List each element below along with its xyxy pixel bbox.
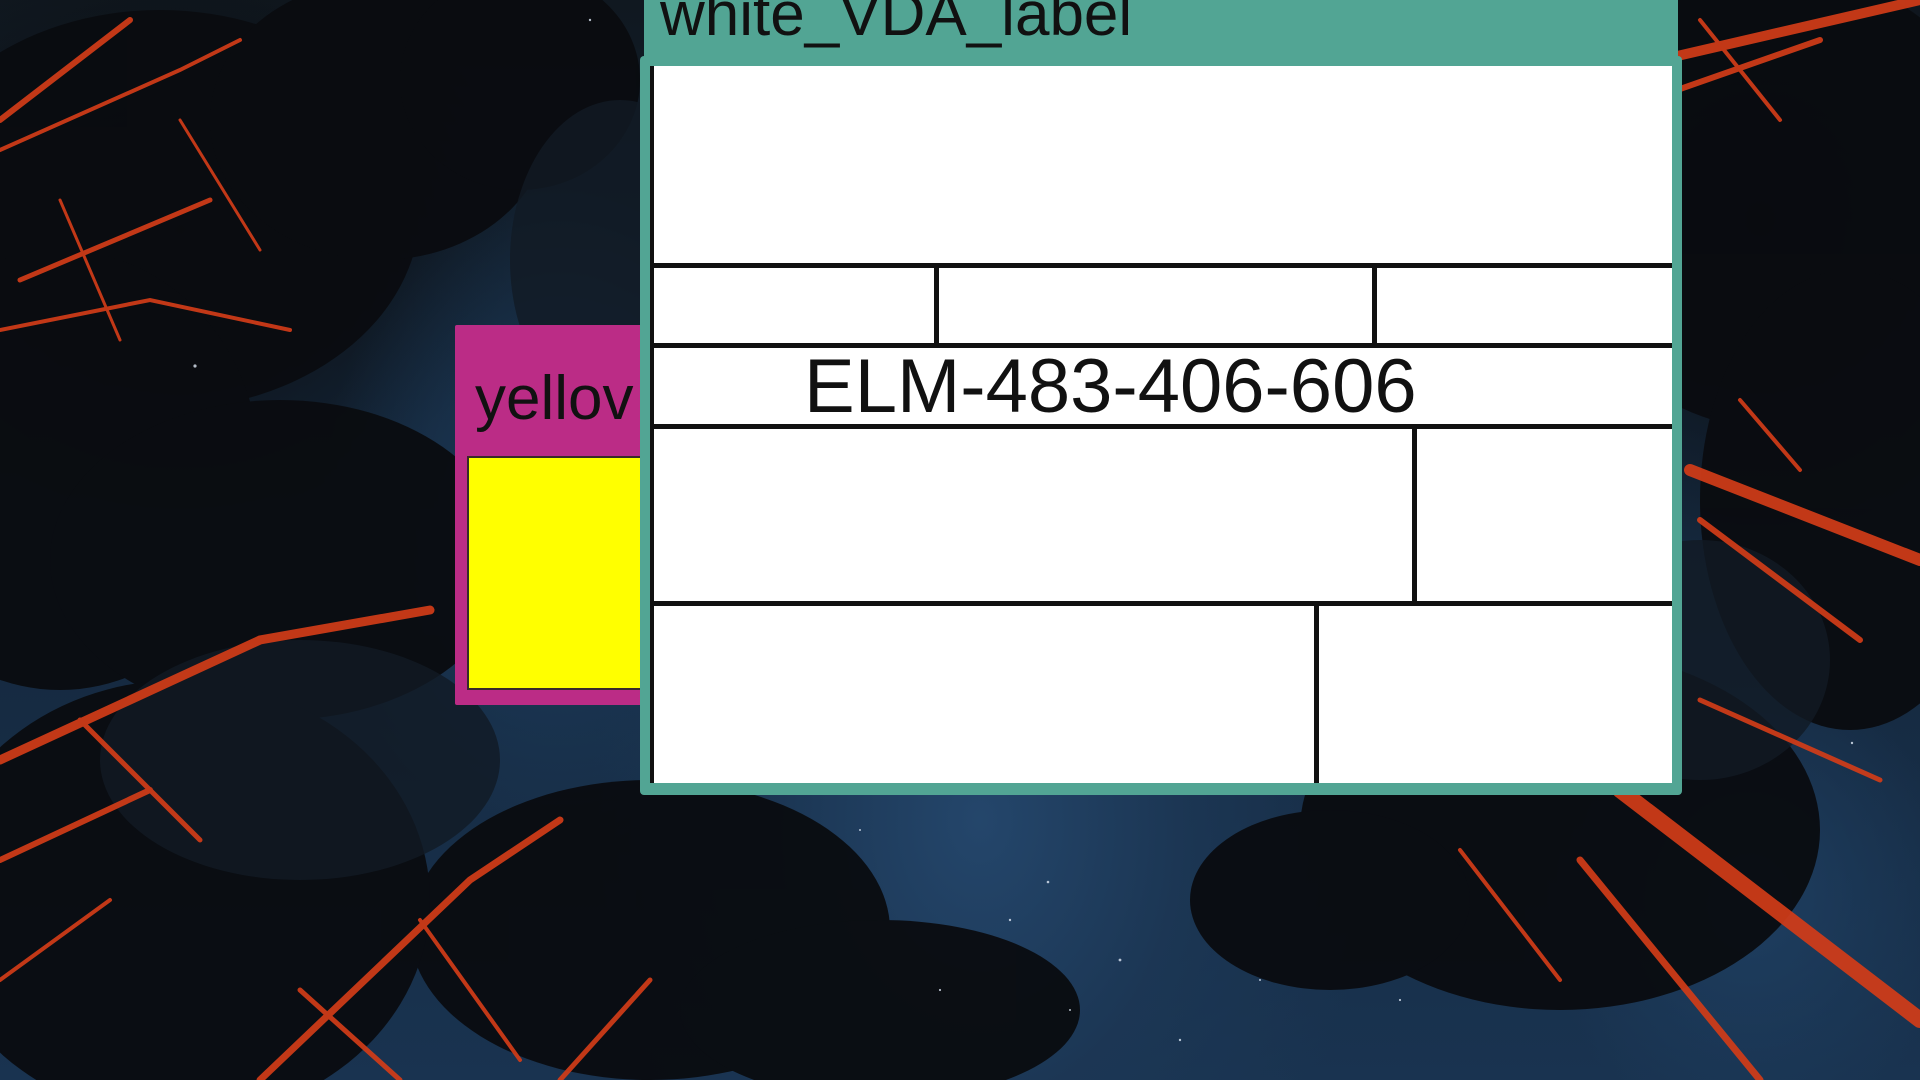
label-divider bbox=[1372, 266, 1377, 346]
label-divider bbox=[654, 424, 1672, 429]
label-barcode-text: ELM-483-406-606 bbox=[804, 344, 1417, 429]
yellow-window-content[interactable] bbox=[467, 456, 667, 690]
white-label-window-titlebar[interactable]: white_VDA_label bbox=[644, 0, 1678, 64]
label-divider bbox=[654, 601, 1672, 606]
label-divider bbox=[1412, 426, 1417, 604]
desktop: yellov ELM-483-406-606 white_VDA_label bbox=[0, 0, 1920, 1080]
label-divider bbox=[654, 263, 1672, 268]
label-divider bbox=[1314, 603, 1319, 783]
yellow-window-frame bbox=[464, 453, 669, 693]
label-divider bbox=[934, 266, 939, 346]
white-label-window[interactable]: ELM-483-406-606 white_VDA_label bbox=[640, 0, 1682, 795]
yellow-window-title[interactable]: yellov bbox=[475, 368, 634, 430]
white-label-window-title: white_VDA_label bbox=[660, 0, 1133, 49]
white-label-window-frame: ELM-483-406-606 bbox=[640, 56, 1682, 795]
vda-label[interactable]: ELM-483-406-606 bbox=[650, 66, 1672, 783]
